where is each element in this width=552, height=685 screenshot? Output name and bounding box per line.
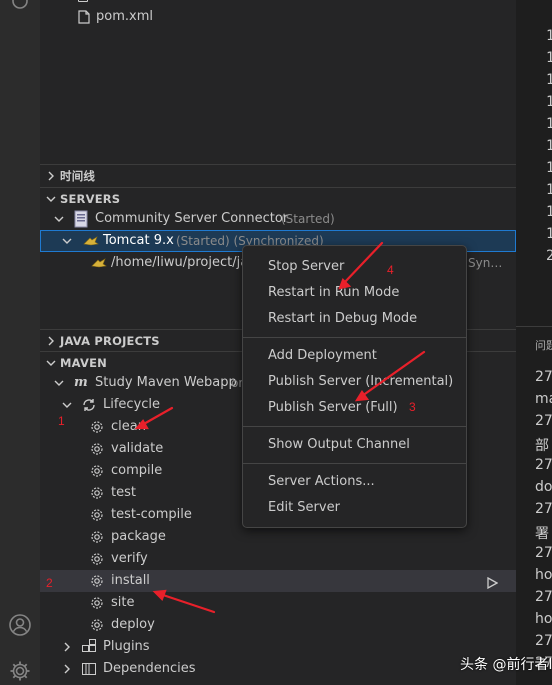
arrow-install [158,592,216,614]
annotation-number-3: 3 [409,400,416,414]
arrow-clean [140,406,174,427]
arrow-head [152,589,167,601]
annotation-number-2: 2 [46,576,53,590]
annotation-number-4: 4 [387,263,394,277]
arrow-restart-run [342,241,384,285]
arrow-head [338,278,352,290]
arrow-publish-full [360,350,426,398]
watermark: 头条 @前行者lw [460,657,552,673]
annotation-arrows [134,241,426,614]
annotation-number-1: 1 [58,414,65,428]
